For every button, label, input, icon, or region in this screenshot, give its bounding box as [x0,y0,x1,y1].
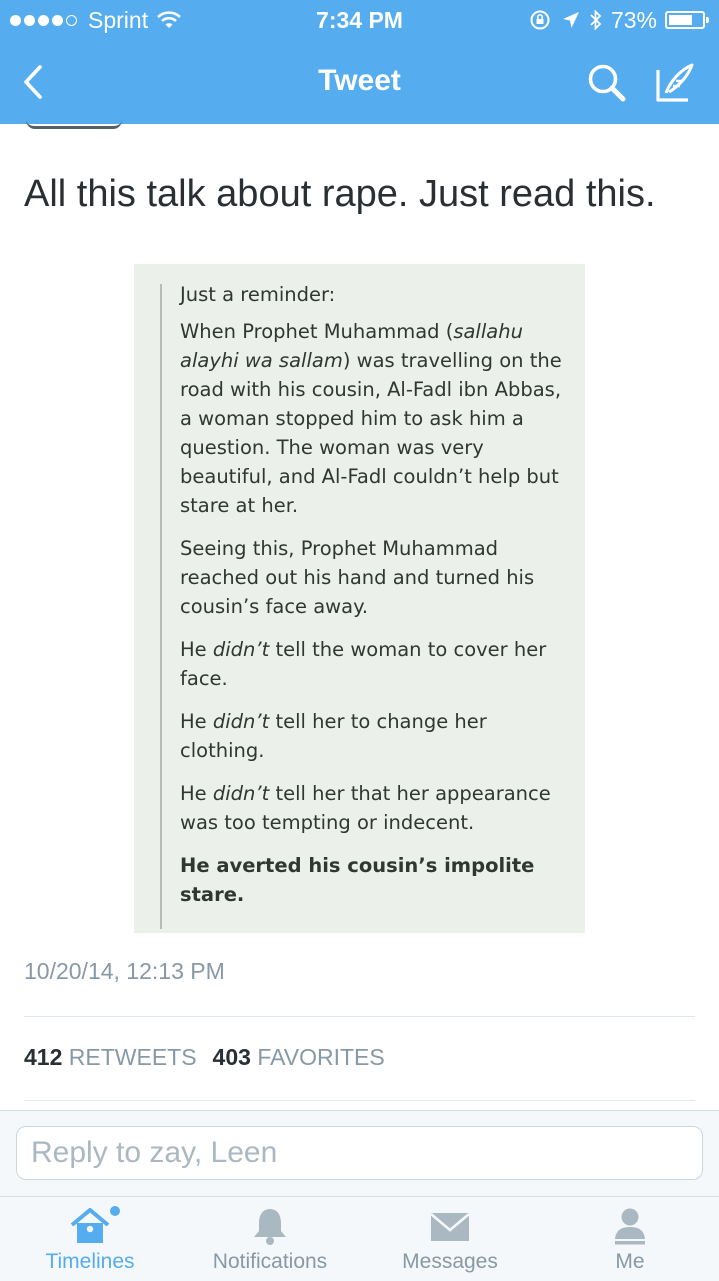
tweet-text: All this talk about rape. Just read this… [24,173,656,215]
divider [24,1016,695,1017]
tab-icon-wrap [540,1205,719,1247]
search-button[interactable] [584,60,630,106]
media-emphasis: didn’t [212,782,270,805]
media-line: He [180,638,213,661]
media-emphasis: didn’t [212,710,270,733]
person-icon [615,1208,645,1245]
media-line: Just a reminder: [180,283,336,306]
media-line: Seeing this, Prophet Muhammad reached ou… [180,537,535,618]
media-line: When Prophet Muhammad ( [180,320,454,343]
search-icon [588,64,626,102]
media-paragraph: He didn’t tell her to change her clothin… [180,707,574,765]
reply-bar: Reply to zay, Leen [0,1110,719,1197]
tab-label: Me [615,1250,645,1273]
media-emphasis: didn’t [212,638,270,661]
media-text: Just a reminder: When Prophet Muhammad (… [180,280,574,923]
tab-label: Timelines [45,1250,135,1273]
retweets-label: RETWEETS [68,1044,197,1070]
tab-label: Notifications [212,1250,328,1273]
favorites-label: FAVORITES [257,1044,385,1070]
tab-icon-wrap [180,1205,360,1247]
media-paragraph: He didn’t tell the woman to cover her fa… [180,635,574,693]
media-paragraph: Seeing this, Prophet Muhammad reached ou… [180,534,574,621]
favorites-count: 403 [212,1044,251,1070]
tweet-media-image[interactable]: Just a reminder: When Prophet Muhammad (… [134,264,585,933]
rotation-lock-icon [530,10,550,30]
compose-button[interactable] [652,60,698,106]
nav-bar: Tweet [0,42,719,122]
battery-icon [665,11,709,29]
tab-icon-wrap [360,1205,540,1247]
retweets-count: 412 [24,1044,63,1070]
battery-percent: 73% [610,7,657,33]
status-right: 73% [529,0,709,40]
tab-messages[interactable]: Messages [360,1197,540,1281]
favorites-stat[interactable]: 403 FAVORITES [213,1044,385,1070]
status-bar: Sprint 7:34 PM 73% [0,0,719,40]
reply-input[interactable]: Reply to zay, Leen [16,1126,703,1180]
tweet-stats: 412 RETWEETS 403 FAVORITES [24,1044,385,1071]
home-icon [70,1206,120,1243]
quote-rule [160,284,162,929]
media-paragraph: Just a reminder: [180,280,574,309]
tab-bar: Timelines Notifications Messages Me [0,1196,719,1281]
media-paragraph: When Prophet Muhammad (sallahu alayhi wa… [180,317,574,520]
top-bar: Sprint 7:34 PM 73% Tweet [0,0,719,124]
compose-icon [656,63,694,102]
tab-timelines[interactable]: Timelines [0,1197,180,1281]
tab-notifications[interactable]: Notifications [180,1197,360,1281]
tab-me[interactable]: Me [540,1197,719,1281]
location-arrow-icon [562,12,579,28]
retweets-stat[interactable]: 412 RETWEETS [24,1044,197,1070]
media-line: He [180,782,213,805]
media-bold-line: He averted his cousin’s impolite stare. [180,854,535,906]
avatar-edge [26,120,122,129]
media-line: He [180,710,213,733]
tweet-timestamp: 10/20/14, 12:13 PM [24,958,225,984]
divider [24,1100,695,1101]
battery-fill [669,15,693,25]
media-paragraph: He didn’t tell her that her appearance w… [180,779,574,837]
tab-label: Messages [402,1250,498,1273]
media-paragraph: He averted his cousin’s impolite stare. [180,851,574,909]
bluetooth-icon [590,9,602,31]
tab-icon-wrap [0,1205,180,1247]
bell-icon [254,1209,286,1245]
envelope-icon [430,1213,470,1241]
media-line: ) was travelling on the road with his co… [180,349,562,517]
